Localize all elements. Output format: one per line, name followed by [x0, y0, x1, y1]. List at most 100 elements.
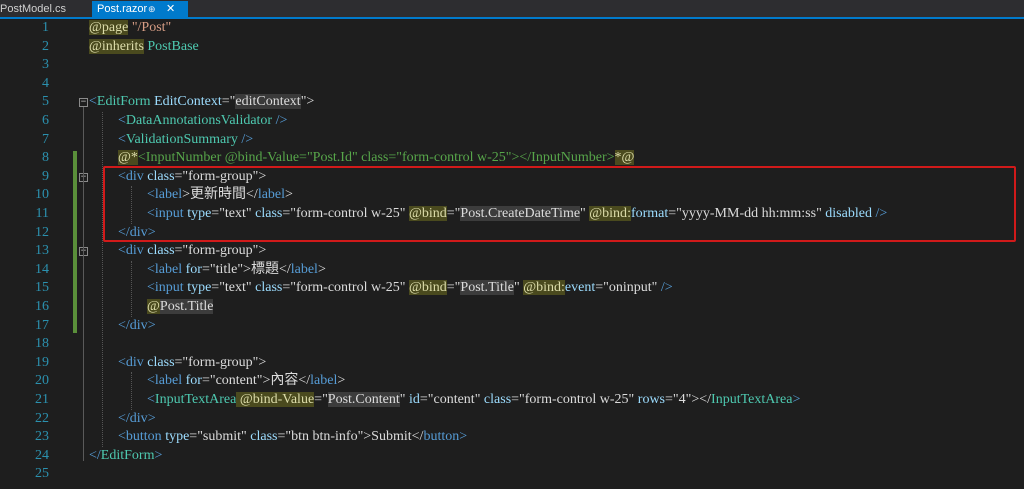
- code-token: type: [183, 280, 212, 296]
- code-token: =": [221, 94, 236, 110]
- code-token: input: [154, 280, 184, 296]
- fold-toggle-icon[interactable]: −: [79, 98, 88, 108]
- code-token: ="form-control w-25": [511, 392, 635, 407]
- code-token: Post.Title: [460, 280, 514, 296]
- line-number: 10: [35, 187, 49, 203]
- code-token: ="form-control w-25": [282, 280, 409, 296]
- code-line[interactable]: </div>: [118, 317, 156, 336]
- code-token: @inherits: [89, 38, 144, 54]
- tab-label: PostModel.cs: [0, 3, 67, 15]
- code-line[interactable]: @*<InputNumber @bind-Value="Post.Id" cla…: [118, 149, 635, 168]
- code-line[interactable]: <EditForm EditContext="editContext">: [89, 93, 314, 112]
- code-token: >: [317, 261, 326, 277]
- code-token: InputTextArea: [154, 392, 237, 407]
- code-token: class: [251, 280, 283, 296]
- code-token: EditForm: [96, 94, 151, 110]
- line-number: 5: [42, 94, 49, 110]
- code-token: =": [314, 392, 328, 407]
- code-line[interactable]: </div>: [118, 410, 156, 429]
- change-indicator: [73, 151, 77, 334]
- code-token: rows: [634, 392, 666, 407]
- line-number: 4: [42, 75, 49, 91]
- tab-post-razor[interactable]: Post.razor ⊕ ✕: [92, 1, 188, 17]
- code-token: label: [290, 261, 318, 277]
- code-line[interactable]: <label for="content">內容</label>: [147, 372, 345, 391]
- code-line[interactable]: <input type="text" class="form-control w…: [147, 279, 673, 298]
- fold-line: [83, 107, 84, 461]
- line-number: 2: [42, 38, 49, 54]
- code-token: ="oninput": [595, 280, 658, 296]
- code-token: @bind: [408, 280, 447, 296]
- code-token: />: [237, 131, 254, 147]
- code-token: @*: [118, 150, 138, 166]
- code-line[interactable]: @page "/Post": [89, 19, 171, 38]
- code-line[interactable]: <InputTextArea @bind-Value="Post.Content…: [147, 391, 800, 410]
- code-token: PostBase: [147, 38, 199, 54]
- code-line[interactable]: <label for="title">標題</label>: [147, 261, 326, 280]
- code-token: "/Post": [128, 20, 172, 35]
- tab-postmodel[interactable]: PostModel.cs: [0, 1, 88, 17]
- line-number: 12: [35, 224, 49, 240]
- code-token: ">: [300, 94, 315, 110]
- tab-label: Post.razor: [97, 3, 148, 15]
- code-token: editContext: [235, 94, 301, 110]
- code-token: @bind: [523, 280, 561, 296]
- code-line[interactable]: </EditForm>: [89, 447, 162, 466]
- code-token: >: [147, 317, 156, 333]
- code-editor[interactable]: 1 @page "/Post" 2 @inherits PostBase 3 4 5 <Edi…: [0, 19, 1024, 489]
- code-token: />: [657, 280, 673, 296]
- code-token: <: [147, 261, 155, 277]
- line-number: 11: [35, 206, 49, 221]
- code-token: <: [118, 131, 126, 147]
- code-token: class: [480, 392, 512, 407]
- code-token: EditContext: [150, 94, 222, 110]
- code-token: @: [147, 299, 160, 314]
- code-token: class: [246, 429, 278, 445]
- code-token: <: [147, 373, 155, 389]
- code-token: <: [118, 429, 126, 445]
- code-token: label: [310, 373, 338, 389]
- line-number: 16: [35, 299, 49, 314]
- code-line[interactable]: @Post.Title: [147, 298, 214, 317]
- code-token: ="submit": [189, 429, 247, 445]
- code-token: type: [161, 429, 190, 445]
- highlight-box: [103, 166, 1016, 242]
- line-number: 7: [42, 131, 49, 147]
- code-line[interactable]: <div class="form-group">: [118, 242, 266, 261]
- line-number: 21: [35, 392, 49, 407]
- code-line[interactable]: <ValidationSummary />: [118, 131, 253, 150]
- code-token: label: [154, 261, 183, 277]
- close-icon[interactable]: ✕: [166, 1, 175, 17]
- code-token: div: [129, 410, 148, 426]
- code-token: >: [154, 447, 163, 463]
- line-number: 1: [42, 20, 49, 35]
- code-token: >: [792, 392, 801, 407]
- code-token: </: [118, 317, 130, 333]
- code-token: />: [272, 113, 288, 128]
- code-token: ": [513, 280, 524, 296]
- code-token: ="text": [211, 280, 252, 296]
- code-token: *@: [614, 150, 635, 166]
- code-token: >: [337, 373, 346, 389]
- line-number: 24: [35, 447, 49, 463]
- code-token: <: [89, 94, 97, 110]
- code-line[interactable]: <button type="submit" class="btn btn-inf…: [118, 428, 467, 447]
- indent-guide: [131, 372, 132, 410]
- code-line[interactable]: <DataAnnotationsValidator />: [118, 112, 287, 131]
- code-token: EditForm: [100, 447, 155, 463]
- code-token: ="form-group">: [174, 354, 267, 370]
- pin-icon[interactable]: ⊕: [148, 1, 156, 17]
- code-token: ValidationSummary: [125, 131, 238, 147]
- code-token: class: [143, 354, 175, 370]
- indent-guide: [131, 260, 132, 317]
- code-line[interactable]: <div class="form-group">: [118, 354, 266, 373]
- code-token: for: [182, 373, 202, 389]
- line-number: 19: [35, 354, 49, 370]
- code-token: for: [182, 261, 202, 277]
- code-token: @bind-Value: [236, 392, 315, 407]
- line-number: 9: [42, 168, 49, 184]
- code-line[interactable]: @inherits PostBase: [89, 38, 199, 57]
- code-token: <: [147, 392, 155, 407]
- code-token: label: [154, 373, 183, 389]
- code-token: class: [143, 243, 175, 259]
